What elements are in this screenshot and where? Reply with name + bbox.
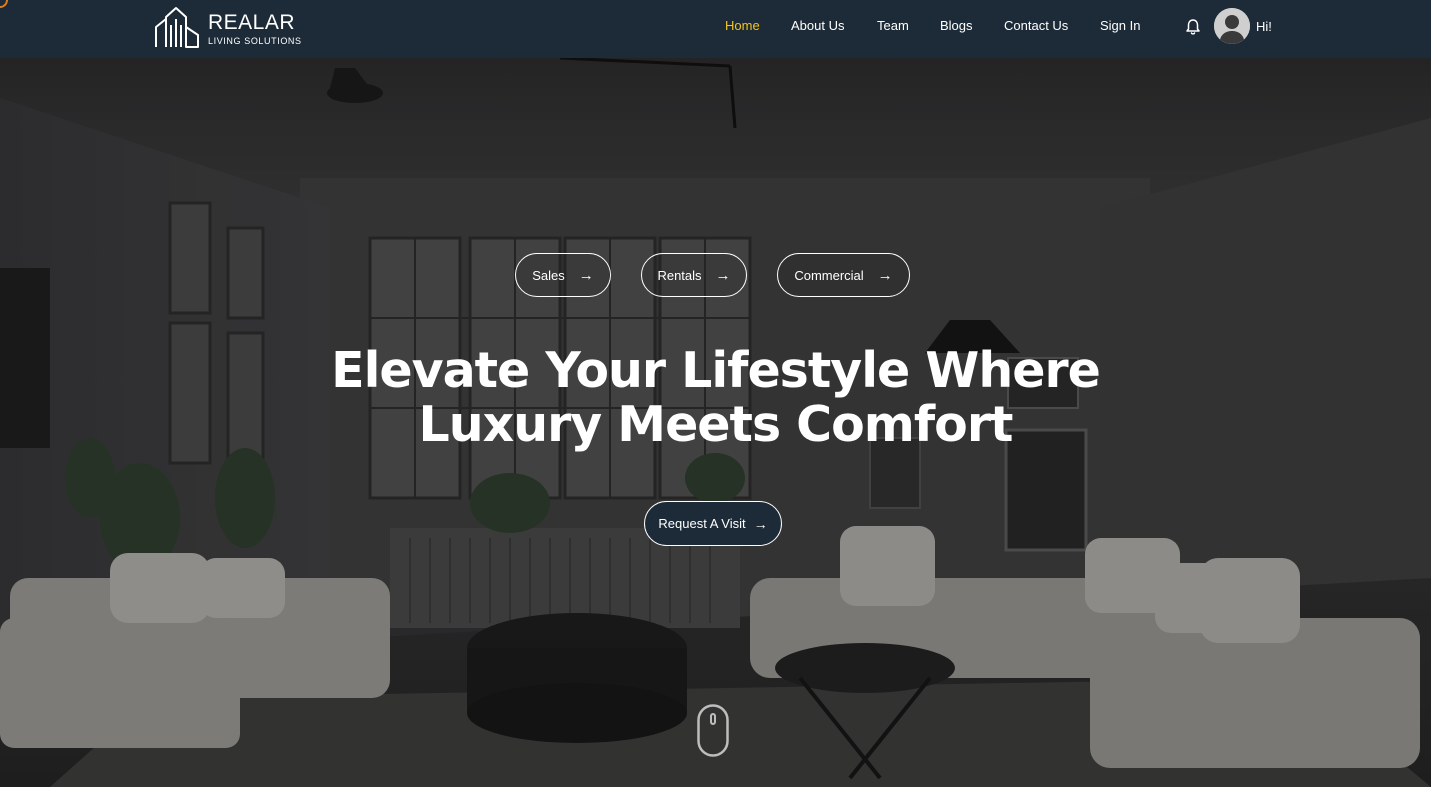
mouse-scroll-icon[interactable]	[697, 704, 729, 757]
headline-line-2: Luxury Meets Comfort	[418, 396, 1014, 453]
sales-label: Sales	[532, 267, 565, 283]
corner-accent	[0, 0, 8, 8]
avatar[interactable]	[1214, 8, 1250, 44]
nav-contact-us[interactable]: Contact Us	[1004, 18, 1068, 33]
arrow-right-icon: →	[715, 266, 731, 284]
nav-home[interactable]: Home	[725, 18, 760, 33]
arrow-right-icon: →	[578, 266, 594, 284]
user-avatar-icon	[1214, 8, 1250, 44]
rentals-button[interactable]: Rentals →	[641, 253, 747, 297]
arrow-right-icon: →	[753, 515, 768, 532]
building-logo-icon	[155, 7, 199, 48]
request-visit-button[interactable]: Request A Visit →	[644, 501, 782, 546]
commercial-button[interactable]: Commercial →	[777, 253, 910, 297]
nav-about-us[interactable]: About Us	[791, 18, 844, 33]
brand-tagline: LIVING SOLUTIONS	[208, 36, 302, 46]
arrow-right-icon: →	[877, 266, 893, 284]
hero-headline: Elevate Your Lifestyle Where Luxury Meet…	[0, 344, 1431, 452]
commercial-label: Commercial	[794, 267, 864, 283]
request-visit-label: Request A Visit	[658, 516, 746, 531]
brand-logo[interactable]: REALAR LIVING SOLUTIONS	[154, 5, 304, 51]
sales-button[interactable]: Sales →	[515, 253, 611, 297]
rentals-label: Rentals	[657, 267, 702, 283]
nav-team[interactable]: Team	[877, 18, 909, 33]
hero-section: Sales → Rentals → Commercial → Elevate Y…	[0, 58, 1431, 787]
user-greeting: Hi!	[1256, 19, 1272, 34]
bell-icon[interactable]	[1185, 18, 1201, 36]
nav-blogs[interactable]: Blogs	[940, 18, 973, 33]
nav-sign-in[interactable]: Sign In	[1100, 18, 1140, 33]
site-header: REALAR LIVING SOLUTIONS Home About Us Te…	[0, 0, 1431, 58]
headline-line-1: Elevate Your Lifestyle Where	[331, 342, 1101, 399]
brand-name: REALAR	[208, 11, 296, 34]
